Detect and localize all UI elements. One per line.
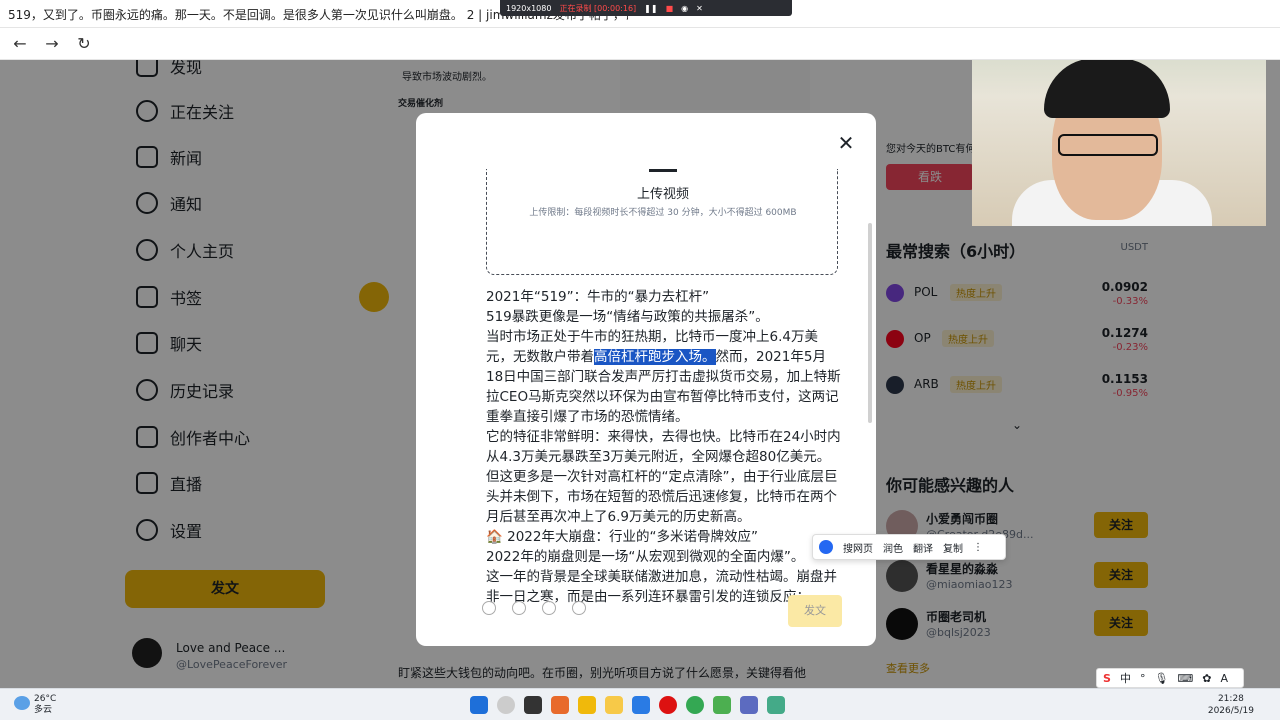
emoji-icon[interactable] xyxy=(482,601,496,615)
microphone-icon[interactable]: 🎙 xyxy=(1154,672,1168,685)
binance-icon[interactable] xyxy=(578,696,596,714)
app-icon[interactable] xyxy=(740,696,758,714)
webcam-glasses xyxy=(1058,134,1158,156)
taskbar-apps xyxy=(470,696,785,714)
reload-icon[interactable]: ↻ xyxy=(74,34,94,54)
clock-time: 21:28 xyxy=(1217,694,1244,704)
upload-divider xyxy=(649,169,677,172)
browser-nav-bar: ← → ↻ xyxy=(0,28,1280,60)
pause-icon[interactable]: ❚❚ xyxy=(644,4,657,13)
upload-title: 上传视频 xyxy=(636,187,689,202)
editor-toolbar: 发文 xyxy=(482,595,842,629)
coin-icon[interactable] xyxy=(572,601,586,615)
webcam-hair xyxy=(1044,58,1170,118)
keyboard-icon[interactable]: ⌨ xyxy=(1177,672,1193,685)
skin-icon[interactable]: ✿ xyxy=(1202,672,1211,685)
back-icon[interactable]: ← xyxy=(10,34,30,54)
search-icon[interactable] xyxy=(497,696,515,714)
cloud-icon xyxy=(14,696,30,710)
screen-recorder-bar: 1920x1080 正在录制 [00:00:16] ❚❚ ■ ◉ ✕ xyxy=(500,0,792,16)
wechat-icon[interactable] xyxy=(713,696,731,714)
search-web-button[interactable]: 搜网页 xyxy=(843,540,873,555)
paragraph: 它的特征非常鲜明：来得快，去得也快。比特币在24小时内从4.3万美元暴跌至3万美… xyxy=(486,429,841,525)
paragraph: 当时市场正处于牛市的狂热期，比特币一度冲上6.4万美元，无数散户带着高倍杠杆跑步… xyxy=(486,327,842,427)
recorder-resolution: 1920x1080 xyxy=(506,3,552,13)
paragraph: 🏠 2022年大崩盘：行业的“多米诺骨牌效应” xyxy=(486,529,758,545)
chrome-icon[interactable] xyxy=(686,696,704,714)
temperature: 26°C xyxy=(34,694,57,704)
system-clock[interactable]: 21:28 2026/5/19 xyxy=(1208,693,1254,717)
paragraph: 2022年的崩盘则是一场“从宏观到微观的全面内爆”。 xyxy=(486,549,805,565)
video-upload-area[interactable]: 上传视频 上传限制：每段视频时长不得超过 30 分钟，大小不得超过 600MB xyxy=(486,169,838,275)
edge-icon[interactable] xyxy=(632,696,650,714)
close-icon[interactable]: ✕ xyxy=(836,133,856,153)
image-icon[interactable] xyxy=(512,601,526,615)
app-icon[interactable] xyxy=(551,696,569,714)
ime-logo-icon: S xyxy=(1103,671,1111,685)
selected-text: 高倍杠杆跑步入场。 xyxy=(594,349,716,365)
post-body-editor[interactable]: 2021年“519”：牛市的“暴力去杠杆” 519暴跌更像是一场“情绪与政策的共… xyxy=(486,287,842,607)
recorder-status: 正在录制 [00:00:16] xyxy=(559,3,637,13)
paragraph: 519暴跌更像是一场“情绪与政策的共振屠杀”。 xyxy=(486,309,769,325)
polish-button[interactable]: 润色 xyxy=(883,540,903,555)
more-icon[interactable]: ⋮ xyxy=(973,542,983,553)
close-icon[interactable]: ✕ xyxy=(696,4,703,13)
search-engine-icon xyxy=(819,540,833,554)
scrollbar[interactable] xyxy=(868,223,872,423)
submit-post-button[interactable]: 发文 xyxy=(788,595,842,627)
ime-toolbar: S 中 ° 🎙 ⌨ ✿ A xyxy=(1096,668,1244,688)
recorder-app-icon[interactable] xyxy=(659,696,677,714)
ime-mode-toggle[interactable]: 中 xyxy=(1120,670,1131,686)
post-editor-modal: ✕ 上传视频 上传限制：每段视频时长不得超过 30 分钟，大小不得超过 600M… xyxy=(416,113,876,646)
clock-date: 2026/5/19 xyxy=(1207,706,1254,716)
ai-icon[interactable]: A xyxy=(1221,672,1229,685)
start-icon[interactable] xyxy=(470,696,488,714)
punctuation-icon[interactable]: ° xyxy=(1140,672,1146,685)
windows-taskbar: 26°C 多云 21:28 2026/5/19 xyxy=(0,688,1280,720)
camera-icon[interactable]: ◉ xyxy=(681,4,688,13)
notepad-icon[interactable] xyxy=(767,696,785,714)
task-view-icon[interactable] xyxy=(524,696,542,714)
paragraph: 2021年“519”：牛市的“暴力去杠杆” xyxy=(486,289,710,305)
upload-limit-text: 上传限制：每段视频时长不得超过 30 分钟，大小不得超过 600MB xyxy=(529,208,797,218)
folder-icon[interactable] xyxy=(605,696,623,714)
poll-icon[interactable] xyxy=(542,601,556,615)
text-selection-popup: 搜网页 润色 翻译 复制 ⋮ xyxy=(812,534,1006,560)
copy-button[interactable]: 复制 xyxy=(943,540,963,555)
forward-icon[interactable]: → xyxy=(42,34,62,54)
weather-condition: 多云 xyxy=(34,705,53,715)
translate-button[interactable]: 翻译 xyxy=(913,540,933,555)
stop-icon[interactable]: ■ xyxy=(666,4,674,13)
